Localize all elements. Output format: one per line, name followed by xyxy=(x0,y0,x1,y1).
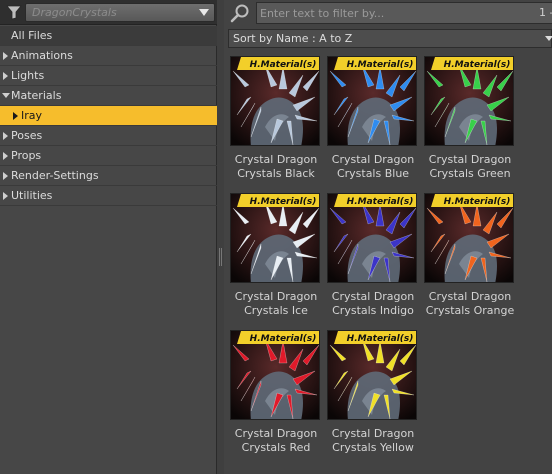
tree-item-label: Render-Settings xyxy=(11,169,99,182)
chevron-down-icon xyxy=(545,36,552,41)
dragon-crystals-thumbnail: H.Material(s) xyxy=(425,57,513,145)
product-caption: Crystal Dragon Crystals Ice xyxy=(230,290,322,318)
expand-arrow-icon[interactable] xyxy=(3,132,8,140)
tree-item-iray[interactable]: Iray xyxy=(0,106,217,126)
product-thumbnail[interactable]: H.Material(s) xyxy=(230,56,320,146)
product-thumbnail[interactable]: H.Material(s) xyxy=(327,193,417,283)
material-badge-label: H.Material(s) xyxy=(250,60,317,70)
tree-item-lights[interactable]: Lights xyxy=(0,66,217,86)
product-name-line2: Crystals Ice xyxy=(244,304,308,317)
dragon-crystals-thumbnail: H.Material(s) xyxy=(328,331,416,419)
material-badge-label: H.Material(s) xyxy=(347,60,414,70)
tree-item-all-files[interactable]: All Files xyxy=(0,26,217,46)
category-selector-value: DragonCrystals xyxy=(32,6,117,19)
filter-search-input[interactable] xyxy=(256,2,552,24)
product-caption: Crystal Dragon Crystals Blue xyxy=(327,153,419,181)
material-badge-label: H.Material(s) xyxy=(250,197,317,207)
product-thumbnail[interactable]: H.Material(s) xyxy=(230,193,320,283)
tree-item-label: Utilities xyxy=(11,189,53,202)
product-thumbnail[interactable]: H.Material(s) xyxy=(327,330,417,420)
panel-splitter-handle[interactable] xyxy=(219,248,222,266)
expand-arrow-icon[interactable] xyxy=(3,52,8,60)
product-name-line2: Crystals Indigo xyxy=(332,304,414,317)
material-badge-label: H.Material(s) xyxy=(347,334,414,344)
tree-item-animations[interactable]: Animations xyxy=(0,46,217,66)
expand-arrow-icon[interactable] xyxy=(13,112,18,120)
product-name-line1: Crystal Dragon xyxy=(428,290,512,303)
tree-item-materials[interactable]: Materials xyxy=(0,86,217,106)
product-name-line2: Crystals Black xyxy=(237,167,315,180)
expand-arrow-icon[interactable] xyxy=(3,172,8,180)
product-caption: Crystal Dragon Crystals Green xyxy=(424,153,516,181)
content-category-panel: DragonCrystals All Files Animations Ligh… xyxy=(0,0,217,474)
product-name-line1: Crystal Dragon xyxy=(331,427,415,440)
tree-item-label: Props xyxy=(11,149,42,162)
tree-item-label: Lights xyxy=(11,69,45,82)
product-thumbnail[interactable]: H.Material(s) xyxy=(230,330,320,420)
dragon-crystals-thumbnail: H.Material(s) xyxy=(231,194,319,282)
product-name-line1: Crystal Dragon xyxy=(234,290,318,303)
dragon-crystals-thumbnail: H.Material(s) xyxy=(328,194,416,282)
product-thumbnail[interactable]: H.Material(s) xyxy=(327,56,417,146)
sort-dropdown[interactable]: Sort by Name : A to Z xyxy=(228,29,552,48)
product-caption: Crystal Dragon Crystals Indigo xyxy=(327,290,419,318)
collapse-arrow-icon[interactable] xyxy=(2,93,10,98)
tree-item-label: Iray xyxy=(21,109,43,122)
product-caption: Crystal Dragon Crystals Black xyxy=(230,153,322,181)
category-selector[interactable]: DragonCrystals xyxy=(25,3,215,22)
dragon-crystals-thumbnail: H.Material(s) xyxy=(231,331,319,419)
material-badge-label: H.Material(s) xyxy=(250,334,317,344)
product-caption: Crystal Dragon Crystals Yellow xyxy=(327,427,419,455)
dragon-crystals-thumbnail: H.Material(s) xyxy=(328,57,416,145)
tree-item-label: All Files xyxy=(11,29,53,42)
material-badge-label: H.Material(s) xyxy=(444,60,511,70)
expand-arrow-icon[interactable] xyxy=(3,192,8,200)
product-name-line1: Crystal Dragon xyxy=(428,153,512,166)
product-name-line2: Crystals Orange xyxy=(425,304,515,317)
product-name-line1: Crystal Dragon xyxy=(331,153,415,166)
product-name-line1: Crystal Dragon xyxy=(234,153,318,166)
material-badge-label: H.Material(s) xyxy=(444,197,511,207)
dragon-crystals-thumbnail: H.Material(s) xyxy=(231,57,319,145)
expand-arrow-icon[interactable] xyxy=(3,152,8,160)
product-name-line2: Crystals Blue xyxy=(336,167,410,180)
product-name-line2: Crystals Yellow xyxy=(332,441,414,454)
tree-item-poses[interactable]: Poses xyxy=(0,126,217,146)
tree-item-render-settings[interactable]: Render-Settings xyxy=(0,166,217,186)
product-name-line1: Crystal Dragon xyxy=(331,290,415,303)
product-name-line2: Crystals Green xyxy=(429,167,511,180)
product-thumbnail[interactable]: H.Material(s) xyxy=(424,193,514,283)
dragon-crystals-thumbnail: H.Material(s) xyxy=(425,194,513,282)
page-indicator: 1 - xyxy=(539,6,552,19)
funnel-icon[interactable] xyxy=(6,5,22,20)
expand-arrow-icon[interactable] xyxy=(3,72,8,80)
sort-dropdown-value: Sort by Name : A to Z xyxy=(233,32,353,45)
tree-item-utilities[interactable]: Utilities xyxy=(0,186,217,206)
content-browser-panel: 1 - Sort by Name : A to Z H.Material(s) … xyxy=(224,0,552,474)
tree-item-label: Materials xyxy=(11,89,62,102)
magnifier-icon xyxy=(230,4,249,23)
category-tree: All Files Animations Lights Materials Ir… xyxy=(0,26,217,206)
product-thumbnail[interactable]: H.Material(s) xyxy=(424,56,514,146)
material-badge-label: H.Material(s) xyxy=(347,197,414,207)
tree-item-label: Animations xyxy=(11,49,73,62)
product-name-line2: Crystals Red xyxy=(241,441,311,454)
product-name-line1: Crystal Dragon xyxy=(234,427,318,440)
tree-item-props[interactable]: Props xyxy=(0,146,217,166)
chevron-down-icon xyxy=(199,9,209,16)
tree-item-label: Poses xyxy=(11,129,43,142)
product-caption: Crystal Dragon Crystals Red xyxy=(230,427,322,455)
product-caption: Crystal Dragon Crystals Orange xyxy=(424,290,516,318)
category-toolbar: DragonCrystals xyxy=(0,0,217,25)
